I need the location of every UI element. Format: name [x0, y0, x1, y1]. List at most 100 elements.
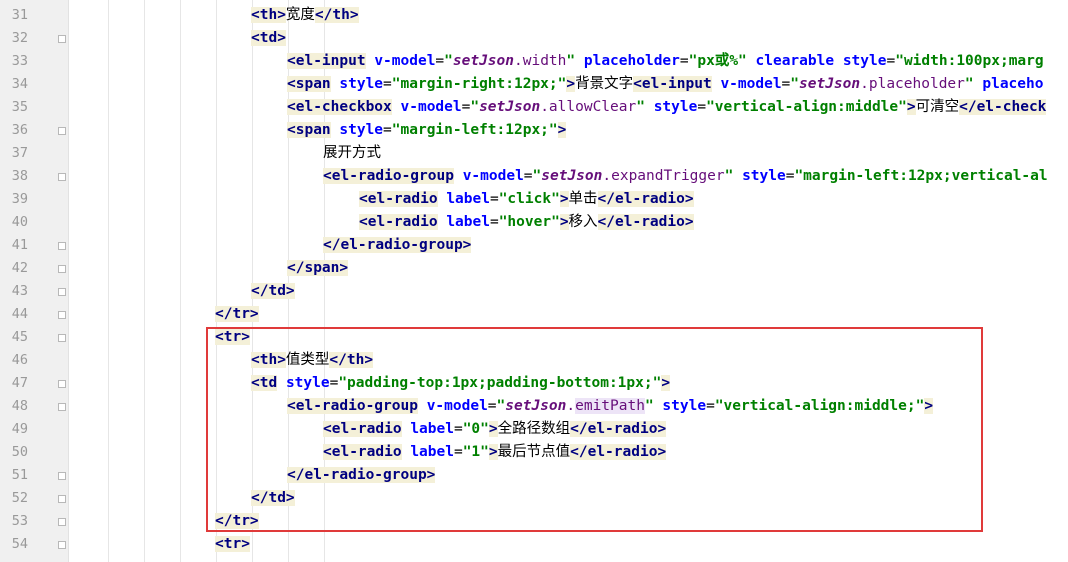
- text-content: 单击: [568, 191, 598, 207]
- line-number: 32: [11, 30, 28, 46]
- line-number: 47: [11, 375, 28, 391]
- attr-value: ": [724, 168, 734, 184]
- attr-value: "margin-left:12px;vertical-al: [794, 168, 1048, 184]
- text-content: 宽度: [285, 7, 315, 23]
- attr-name: v-model: [462, 168, 524, 184]
- tag: </el-radio>: [597, 191, 694, 207]
- attr-name: placeholder: [583, 53, 680, 69]
- tag: </el-check: [959, 99, 1047, 115]
- attr-value: "click": [498, 191, 560, 207]
- tag: <el-input: [633, 76, 712, 92]
- line-number: 43: [11, 283, 28, 299]
- tag: <el-radio: [359, 214, 438, 230]
- tag: >: [566, 76, 576, 92]
- attr-value: "px或%": [688, 53, 747, 69]
- fold-marker-icon[interactable]: [58, 311, 66, 319]
- attr-value: ": [964, 76, 974, 92]
- fold-marker-icon[interactable]: [58, 334, 66, 342]
- attr-value: ": [444, 53, 453, 69]
- code-line: <th>宽度</th>: [251, 4, 359, 27]
- attr-value: "margin-left:12px;": [391, 122, 558, 138]
- text-content: 移入: [568, 214, 598, 230]
- fold-marker-icon[interactable]: [58, 242, 66, 250]
- attr-value: "margin-right:12px;": [391, 76, 567, 92]
- equals: =: [781, 76, 791, 92]
- attr-name: v-model: [400, 99, 462, 115]
- attr-name: style: [842, 53, 887, 69]
- line-number: 34: [11, 76, 28, 92]
- tag: <el-input: [287, 53, 366, 69]
- attr-name: style: [653, 99, 698, 115]
- fold-marker-icon[interactable]: [58, 265, 66, 273]
- equals: =: [697, 99, 707, 115]
- fold-marker-icon[interactable]: [58, 541, 66, 549]
- attr-name: label: [446, 214, 490, 230]
- attr-name: style: [339, 122, 384, 138]
- code-line: <tr>: [215, 533, 250, 556]
- code-line: <el-checkbox v-model="setJson.allowClear…: [287, 96, 1047, 119]
- line-number: 53: [11, 513, 28, 529]
- line-number-gutter: 31 32 33 34 35 36 37 38 39 40 41 42 43 4…: [0, 0, 69, 562]
- text-content: 展开方式: [323, 145, 381, 161]
- code-line: </span>: [287, 257, 349, 280]
- attr-value: ": [470, 99, 480, 115]
- fold-marker-icon[interactable]: [58, 472, 66, 480]
- line-number: 31: [11, 7, 28, 23]
- fold-marker-icon[interactable]: [58, 35, 66, 43]
- code-line: <el-radio label="click">单击</el-radio>: [359, 188, 694, 211]
- highlight-box: [206, 327, 983, 532]
- code-line: 展开方式: [323, 142, 381, 165]
- attr-value: ": [566, 53, 576, 69]
- indent-guide: [108, 0, 109, 562]
- tag: <el-checkbox: [287, 99, 392, 115]
- model-property: .width: [514, 53, 567, 69]
- equals: =: [383, 122, 392, 138]
- model-object: setJson: [479, 99, 541, 115]
- line-number: 33: [11, 53, 28, 69]
- model-object: setJson: [541, 168, 603, 184]
- attr-value: "width:100px;marg: [895, 53, 1044, 69]
- line-number: 35: [11, 99, 28, 115]
- tag: </td>: [251, 283, 295, 299]
- equals: =: [489, 191, 499, 207]
- fold-marker-icon[interactable]: [58, 495, 66, 503]
- tag: </span>: [287, 260, 349, 276]
- attr-name: v-model: [374, 53, 436, 69]
- fold-marker-icon[interactable]: [58, 380, 66, 388]
- equals: =: [679, 53, 689, 69]
- attr-name: style: [742, 168, 786, 184]
- line-number: 44: [11, 306, 28, 322]
- fold-marker-icon[interactable]: [58, 518, 66, 526]
- line-number: 52: [11, 490, 28, 506]
- attr-value: ": [790, 76, 800, 92]
- tag: </tr>: [215, 306, 259, 322]
- model-property: .expandTrigger: [602, 168, 725, 184]
- attr-value: "vertical-align:middle": [706, 99, 907, 115]
- attr-name: v-model: [720, 76, 782, 92]
- attr-value: ": [532, 168, 542, 184]
- attr-name: style: [339, 76, 384, 92]
- fold-marker-icon[interactable]: [58, 288, 66, 296]
- attr-name: clearable: [755, 53, 835, 69]
- equals: =: [435, 53, 445, 69]
- code-line: <span style="margin-right:12px;">背景文字<el…: [287, 73, 1043, 96]
- fold-marker-icon[interactable]: [58, 173, 66, 181]
- indent-guide: [180, 0, 181, 562]
- tag: <span: [287, 122, 331, 138]
- equals: =: [489, 214, 499, 230]
- line-number: 36: [11, 122, 28, 138]
- line-number: 42: [11, 260, 28, 276]
- line-number: 46: [11, 352, 28, 368]
- tag: <el-radio: [359, 191, 438, 207]
- line-number: 49: [11, 421, 28, 437]
- fold-marker-icon[interactable]: [58, 403, 66, 411]
- code-line: <span style="margin-left:12px;">: [287, 119, 567, 142]
- model-object: setJson: [452, 53, 514, 69]
- code-line: </td>: [251, 280, 295, 303]
- attr-value: ": [636, 99, 645, 115]
- code-line: <el-radio label="hover">移入</el-radio>: [359, 211, 694, 234]
- line-number: 39: [11, 191, 28, 207]
- tag: <span: [287, 76, 331, 92]
- fold-marker-icon[interactable]: [58, 127, 66, 135]
- tag: <el-radio-group: [323, 168, 454, 184]
